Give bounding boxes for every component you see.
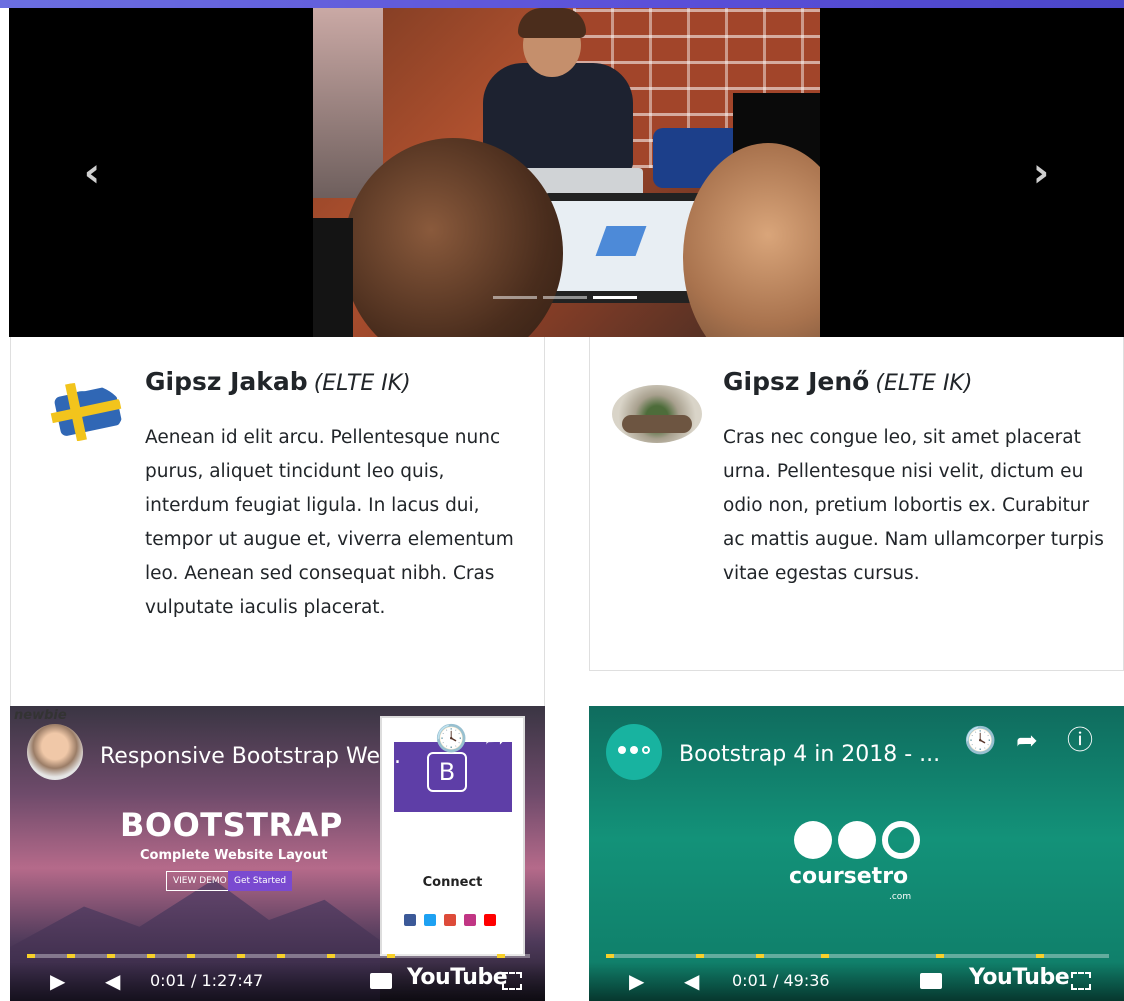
captions-icon[interactable] [370, 973, 392, 989]
captions-icon[interactable] [920, 973, 942, 989]
watch-later-icon[interactable]: 🕓 [435, 726, 467, 752]
video-progress-bar[interactable] [27, 954, 530, 958]
profile-name: Gipsz Jenő (ELTE IK) [723, 367, 973, 396]
profile-description: Aenean id elit arcu. Pellentesque nunc p… [145, 427, 514, 618]
channel-avatar[interactable] [27, 724, 83, 780]
thumbnail-logo: newbie [14, 708, 67, 723]
video-title[interactable]: Bootstrap 4 in 2018 - ... [679, 742, 940, 767]
profile-affiliation: (ELTE IK) [313, 371, 411, 396]
carousel-indicator-1[interactable] [493, 296, 537, 299]
thumbnail-get-started: Get Started [228, 871, 293, 891]
profile-description: Cras nec congue leo, sit amet placerat u… [723, 427, 1104, 584]
video-player-1[interactable]: newbie B Connect BOOTSTRAP Complete Webs… [10, 706, 545, 1001]
profile-name: Gipsz Jakab (ELTE IK) [145, 367, 411, 396]
profile-card-1: Gipsz Jakab (ELTE IK) Aenean id elit arcu… [10, 337, 545, 707]
video-controls: ▶ ◀ 0:01 / 49:36 YouTube [589, 962, 1124, 1001]
youtube-logo[interactable]: YouTube [407, 965, 508, 990]
thumbnail-subheading: Complete Website Layout [140, 848, 328, 863]
carousel-indicators [493, 296, 637, 299]
top-accent-bar [0, 0, 1124, 8]
avatar [33, 383, 123, 441]
coursetro-wordmark: coursetro [789, 864, 909, 889]
video-title[interactable]: Responsive Bootstrap We... [100, 744, 401, 769]
chevron-left-icon[interactable]: ‹ [77, 153, 107, 193]
youtube-logo[interactable]: YouTube [969, 965, 1070, 990]
fullscreen-icon[interactable] [1071, 972, 1091, 990]
carousel-indicator-3[interactable] [593, 296, 637, 299]
fullscreen-icon[interactable] [502, 972, 522, 990]
video-controls: ▶ ◀ 0:01 / 1:27:47 YouTube [10, 962, 545, 1001]
video-time: 0:01 / 1:27:47 [150, 971, 264, 990]
carousel-slide-image [313, 8, 820, 337]
profile-affiliation: (ELTE IK) [875, 371, 973, 396]
share-icon[interactable]: ➦ [485, 726, 507, 752]
chevron-right-icon[interactable]: › [1026, 153, 1056, 193]
video-progress-bar[interactable] [606, 954, 1109, 958]
coursetro-domain: .com [889, 892, 912, 902]
carousel-indicator-2[interactable] [543, 296, 587, 299]
video-time: 0:01 / 49:36 [732, 971, 830, 990]
channel-avatar[interactable] [606, 724, 662, 780]
thumbnail-heading: BOOTSTRAP [120, 806, 343, 844]
volume-icon[interactable]: ◀ [105, 966, 120, 996]
image-carousel[interactable]: ‹ › [9, 8, 1124, 337]
watch-later-icon[interactable]: 🕓 [964, 728, 996, 754]
profile-card-2: Gipsz Jenő (ELTE IK) Cras nec congue leo,… [589, 337, 1124, 671]
play-icon[interactable]: ▶ [629, 966, 644, 996]
share-icon[interactable]: ➦ [1016, 728, 1038, 754]
coursetro-logo-icon [794, 821, 920, 859]
play-icon[interactable]: ▶ [50, 966, 65, 996]
thumbnail-view-demo: VIEW DEMO [166, 871, 234, 891]
volume-icon[interactable]: ◀ [684, 966, 699, 996]
video-player-2[interactable]: Bootstrap 4 in 2018 - ... 🕓 ➦ ⓘ coursetr… [589, 706, 1124, 1001]
avatar [612, 385, 702, 443]
info-icon[interactable]: ⓘ [1067, 728, 1093, 754]
